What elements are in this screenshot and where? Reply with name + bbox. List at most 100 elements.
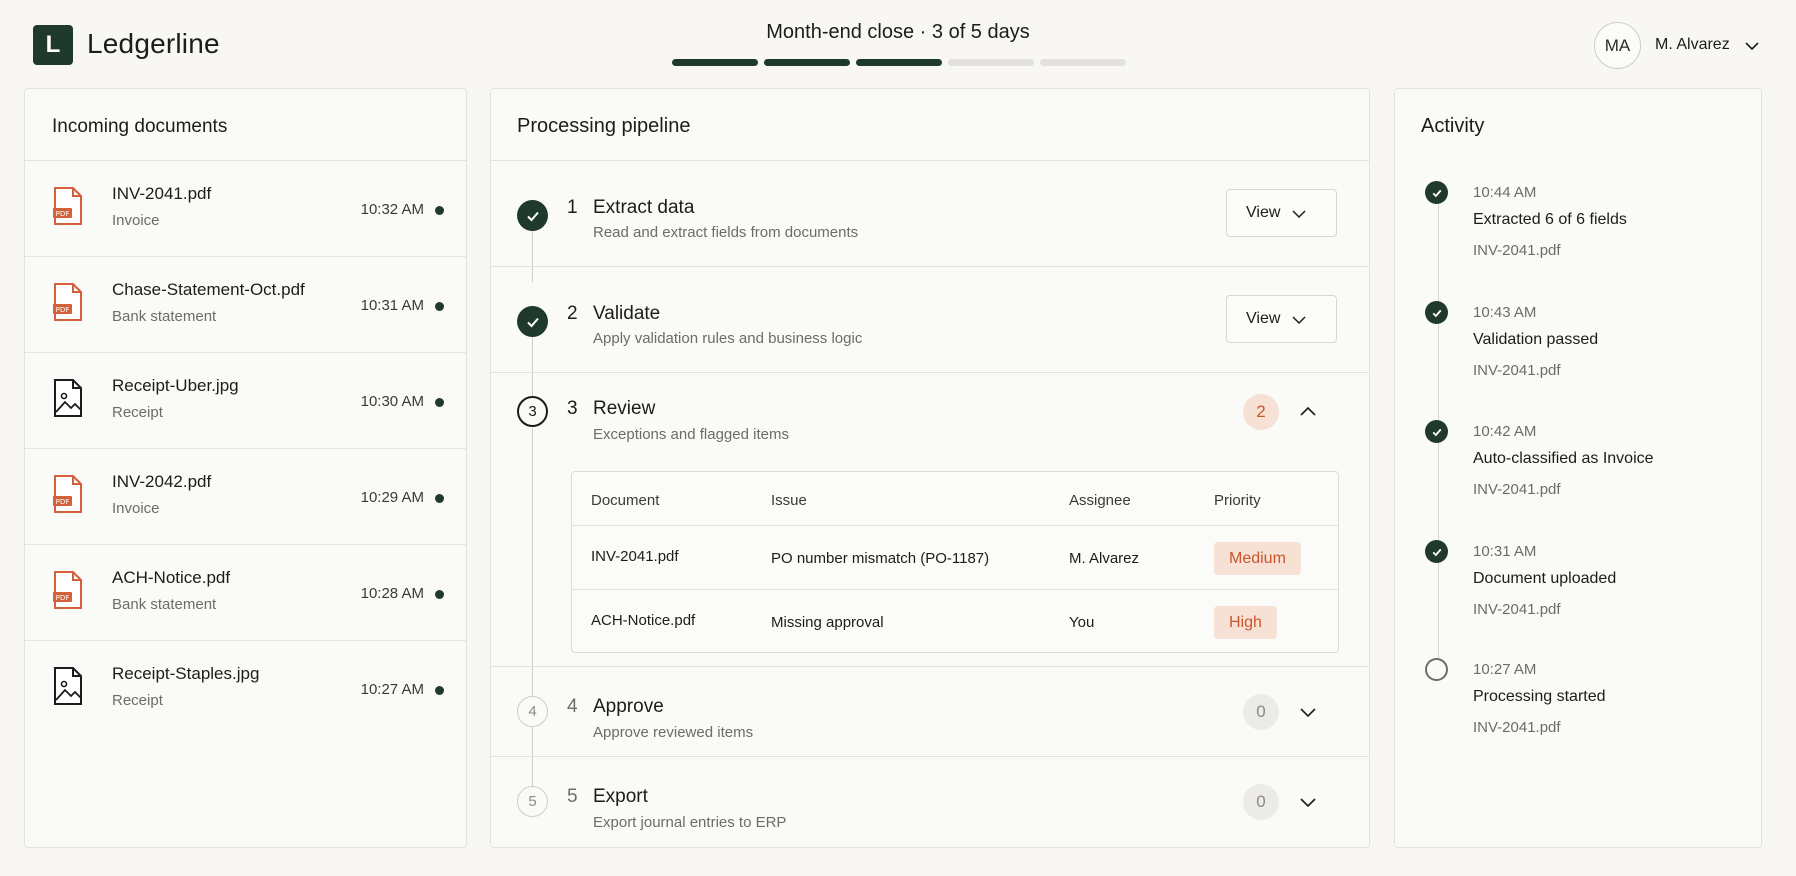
step-indicator: 3	[517, 396, 548, 427]
document-row[interactable]: PDF ACH-Notice.pdf Bank statement 10:28 …	[25, 545, 466, 641]
activity-text: Document uploaded	[1473, 570, 1617, 587]
pdf-file-icon: PDF	[53, 187, 82, 225]
panel-title: Incoming documents	[52, 116, 228, 137]
activity-time: 10:44 AM	[1473, 184, 1537, 201]
step-description: Export journal entries to ERP	[593, 814, 787, 831]
document-name: Receipt-Uber.jpg	[112, 376, 239, 395]
progress-segment	[1040, 59, 1126, 66]
check-icon	[517, 306, 548, 337]
view-button[interactable]: View	[1226, 295, 1337, 343]
column-header: Assignee	[1069, 492, 1131, 509]
document-time: 10:32 AM	[360, 201, 424, 218]
chevron-down-icon[interactable]	[1299, 703, 1317, 721]
step-title: Extract data	[593, 197, 695, 218]
review-exceptions-table: Document Issue Assignee Priority INV-204…	[571, 471, 1339, 653]
status-dot	[435, 398, 444, 407]
activity-item: 10:44 AM Extracted 6 of 6 fields INV-204…	[1395, 181, 1761, 301]
pipeline-step-approve[interactable]: 4 4 Approve Approve reviewed items 0	[491, 667, 1369, 757]
user-menu-name[interactable]: M. Alvarez	[1655, 36, 1730, 54]
activity-file[interactable]: INV-2041.pdf	[1473, 719, 1561, 736]
column-header: Document	[591, 492, 660, 509]
svg-text:PDF: PDF	[56, 594, 70, 602]
chevron-down-icon	[1292, 316, 1306, 325]
check-icon	[1425, 540, 1448, 563]
activity-time: 10:27 AM	[1473, 661, 1537, 678]
panel-title: Activity	[1421, 115, 1485, 137]
progress-segment	[856, 59, 942, 66]
check-icon	[1425, 301, 1448, 324]
document-type: Receipt	[112, 692, 163, 709]
document-name: INV-2042.pdf	[112, 472, 212, 491]
view-button[interactable]: View	[1226, 189, 1337, 237]
document-name: ACH-Notice.pdf	[112, 568, 231, 587]
document-row[interactable]: PDF INV-2042.pdf Invoice 10:29 AM	[25, 449, 466, 545]
document-type: Invoice	[112, 500, 160, 517]
column-header: Priority	[1214, 492, 1261, 509]
activity-text: Processing started	[1473, 688, 1606, 705]
chevron-down-icon[interactable]	[1299, 793, 1317, 811]
activity-file[interactable]: INV-2041.pdf	[1473, 242, 1561, 259]
step-description: Exceptions and flagged items	[593, 426, 789, 443]
activity-text: Extracted 6 of 6 fields	[1473, 211, 1627, 228]
close-progress-bar	[672, 59, 1126, 66]
document-name: INV-2041.pdf	[112, 184, 212, 203]
document-time: 10:31 AM	[360, 297, 424, 314]
svg-text:PDF: PDF	[56, 498, 70, 506]
cell-document: ACH-Notice.pdf	[591, 612, 696, 629]
progress-segment	[764, 59, 850, 66]
pipeline-step-export[interactable]: 5 5 Export Export journal entries to ERP…	[491, 757, 1369, 847]
user-avatar[interactable]: MA	[1594, 22, 1641, 69]
view-button-label: View	[1246, 310, 1281, 327]
status-dot	[435, 494, 444, 503]
priority-badge: High	[1214, 606, 1277, 639]
activity-panel: Activity 10:44 AM Extracted 6 of 6 field…	[1394, 88, 1762, 848]
chevron-up-icon[interactable]	[1299, 403, 1317, 421]
cell-issue: PO number mismatch (PO-1187)	[771, 550, 990, 567]
item-count-badge: 0	[1243, 694, 1279, 730]
check-icon	[1425, 181, 1448, 204]
step-number: 5	[567, 786, 578, 807]
pdf-file-icon: PDF	[53, 283, 82, 321]
step-number: 4	[567, 696, 578, 717]
document-row[interactable]: PDF INV-2041.pdf Invoice 10:32 AM	[25, 161, 466, 257]
progress-segment	[948, 59, 1034, 66]
status-dot	[435, 686, 444, 695]
document-time: 10:27 AM	[360, 681, 424, 698]
activity-time: 10:43 AM	[1473, 304, 1537, 321]
document-row[interactable]: Receipt-Staples.jpg Receipt 10:27 AM	[25, 641, 466, 737]
status-dot	[435, 206, 444, 215]
processing-pipeline-panel: Processing pipeline 1 Extract data Read …	[490, 88, 1370, 848]
activity-item: 10:27 AM Processing started INV-2041.pdf	[1395, 658, 1761, 778]
step-title: Approve	[593, 696, 664, 717]
chevron-down-icon	[1292, 210, 1306, 219]
step-description: Read and extract fields from documents	[593, 224, 859, 241]
step-number: 2	[567, 303, 578, 324]
step-title: Validate	[593, 303, 661, 324]
activity-item: 10:31 AM Document uploaded INV-2041.pdf	[1395, 540, 1761, 660]
svg-text:PDF: PDF	[56, 306, 70, 314]
exception-count-badge: 2	[1243, 394, 1279, 430]
priority-badge: Medium	[1214, 542, 1301, 575]
chevron-down-icon[interactable]	[1744, 38, 1760, 54]
activity-file[interactable]: INV-2041.pdf	[1473, 481, 1561, 498]
cell-document: INV-2041.pdf	[591, 548, 679, 565]
step-description: Apply validation rules and business logi…	[593, 330, 863, 347]
item-count-badge: 0	[1243, 784, 1279, 820]
table-row[interactable]: INV-2041.pdf PO number mismatch (PO-1187…	[572, 525, 1338, 589]
activity-text: Validation passed	[1473, 331, 1599, 348]
document-row[interactable]: PDF Chase-Statement-Oct.pdf Bank stateme…	[25, 257, 466, 353]
status-dot	[435, 302, 444, 311]
cell-assignee: You	[1069, 614, 1095, 631]
document-type: Invoice	[112, 212, 160, 229]
step-indicator: 5	[517, 786, 548, 817]
progress-segment	[672, 59, 758, 66]
activity-file[interactable]: INV-2041.pdf	[1473, 601, 1561, 618]
document-type: Bank statement	[112, 596, 217, 613]
cell-issue: Missing approval	[771, 614, 884, 631]
table-row[interactable]: ACH-Notice.pdf Missing approval You High	[572, 589, 1338, 653]
pdf-file-icon: PDF	[53, 475, 82, 513]
document-row[interactable]: Receipt-Uber.jpg Receipt 10:30 AM	[25, 353, 466, 449]
panel-title: Processing pipeline	[517, 115, 691, 137]
activity-file[interactable]: INV-2041.pdf	[1473, 362, 1561, 379]
document-name: Chase-Statement-Oct.pdf	[112, 280, 305, 299]
